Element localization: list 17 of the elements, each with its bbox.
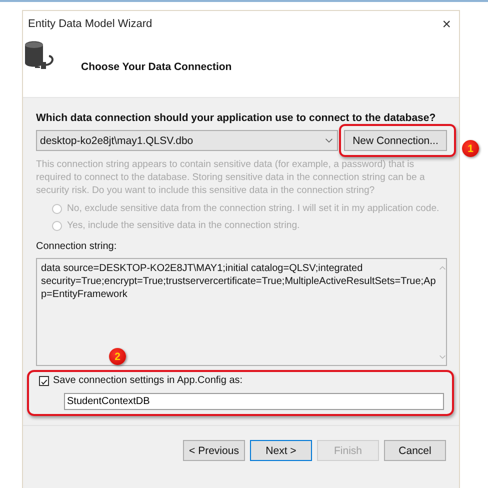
wizard-button[interactable]: < Previous [183,440,245,461]
connection-string-label: Connection string: [36,241,118,252]
chevron-down-icon [325,138,333,143]
question-label: Which data connection should your application use to connect to the database? [36,112,437,124]
connection-dropdown[interactable]: desktop-ko2e8jt\may1.QLSV.dbo [36,130,338,151]
wizard-button[interactable]: Next > [250,440,312,461]
save-settings-checkbox[interactable]: Save connection settings in App.Config as: [39,375,444,386]
config-name-field[interactable]: StudentContextDB [64,393,444,410]
step-badge: 1 [462,140,479,157]
sensitive-data-notice: This connection string appears to contain sensitive data (for example, a password) that is required to connect to the database. Storing sensitive data in the connection string can be a security risk. Do you want to include this sensitive data in the connection string? [36,158,426,197]
scroll-down-icon[interactable] [439,355,446,359]
close-button[interactable]: × [440,16,453,32]
wizard-button[interactable]: Cancel [384,440,446,461]
page-heading: Choose Your Data Connection [81,61,232,73]
scroll-up-icon[interactable] [439,266,446,270]
new-connection-button[interactable]: New Connection... [344,130,447,151]
window-title: Entity Data Model Wizard [28,18,152,30]
